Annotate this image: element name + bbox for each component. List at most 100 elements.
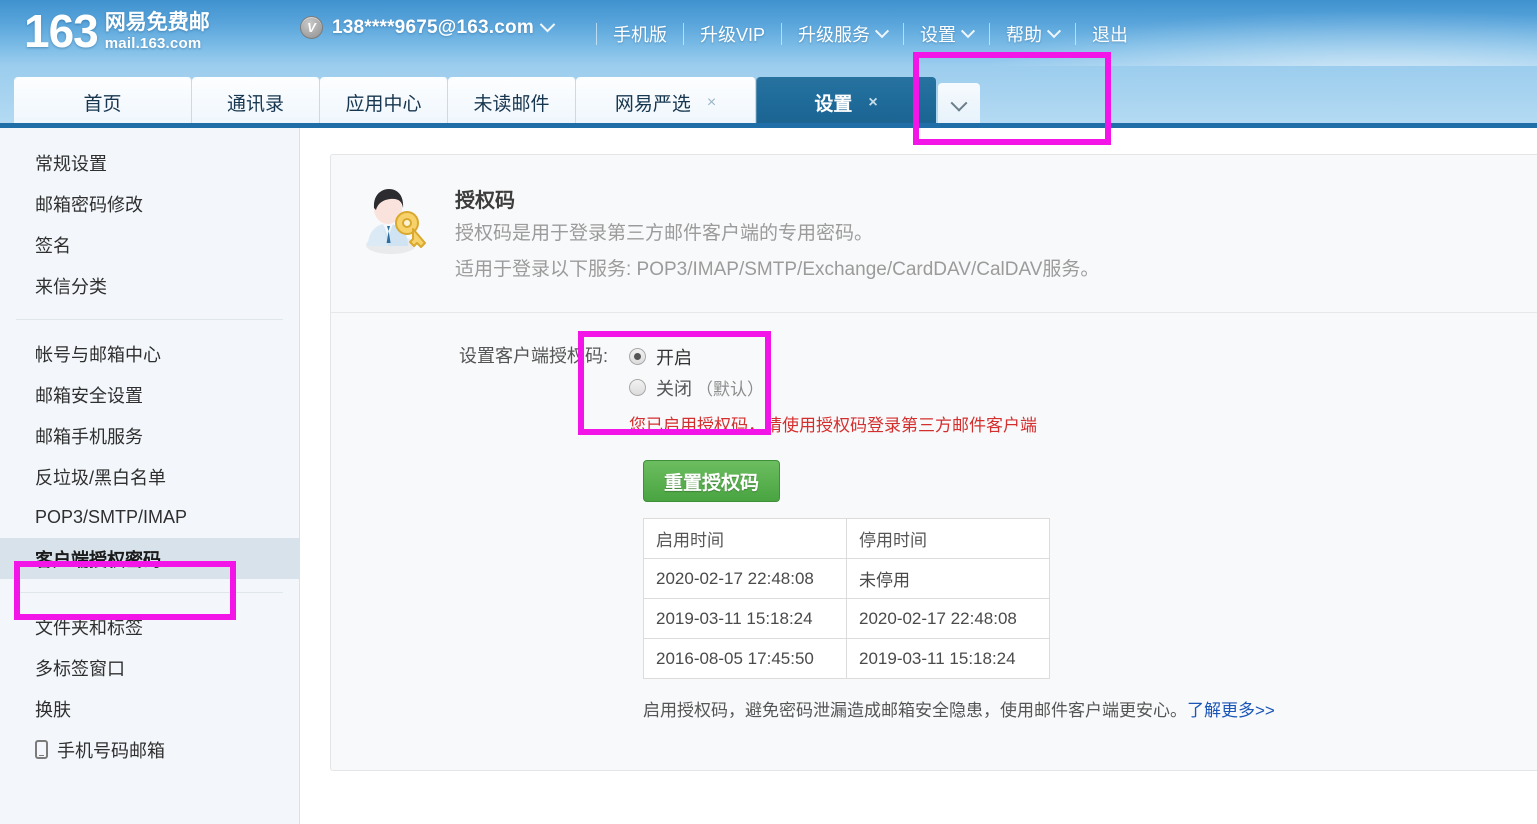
sidebar-item-label: 帐号与邮箱中心	[35, 344, 161, 365]
main-content: 授权码 授权码是用于登录第三方邮件客户端的专用密码。 适用于登录以下服务: PO…	[300, 128, 1537, 824]
enabled-warning-text: 您已启用授权码，请使用授权码登录第三方邮件客户端	[629, 416, 1037, 435]
nav-divider	[903, 23, 905, 45]
tab-label: 首页	[83, 94, 122, 115]
settings-sidebar: 常规设置 邮箱密码修改 签名 来信分类 帐号与邮箱中心 邮箱安全设置 邮箱手机服…	[0, 128, 300, 824]
table-row: 2020-02-17 22:48:08 未停用	[643, 558, 1050, 599]
tab-settings[interactable]: 设置 ×	[756, 77, 936, 128]
sidebar-item-label: POP3/SMTP/IMAP	[35, 507, 188, 527]
header-nav: 手机版 升级VIP 升级服务 设置 帮助 退出	[580, 19, 1128, 49]
panel-footer-note: 启用授权码，避免密码泄漏造成邮箱安全隐患，使用邮件客户端更安心。了解更多>>	[643, 699, 1537, 723]
nav-item-logout[interactable]: 退出	[1092, 21, 1128, 47]
sidebar-divider	[16, 319, 283, 320]
sidebar-item-signature[interactable]: 签名	[0, 224, 299, 265]
chevron-down-icon	[960, 24, 976, 39]
sidebar-item-incoming-classification[interactable]: 来信分类	[0, 265, 299, 306]
close-icon[interactable]: ×	[707, 94, 716, 111]
table-row: 2016-08-05 17:45:50 2019-03-11 15:18:24	[643, 638, 1050, 679]
nav-label: 升级服务	[798, 25, 871, 45]
tab-yanxuan[interactable]: 网易严选 ×	[576, 77, 756, 128]
nav-divider	[683, 23, 684, 45]
person-with-key-icon	[357, 183, 429, 255]
account-email: 138****9675@163.com	[332, 16, 534, 38]
column-header-disable-time: 停用时间	[846, 518, 1050, 559]
sidebar-item-label: 邮箱安全设置	[35, 385, 143, 406]
panel-description-line-1: 授权码是用于登录第三方邮件客户端的专用密码。	[455, 223, 874, 244]
learn-more-link[interactable]: 了解更多>>	[1187, 701, 1275, 720]
logo-name-cn: 网易免费邮	[104, 11, 210, 34]
page-root: 163 网易免费邮 mail.163.com V 138****9675@163…	[0, 0, 1537, 824]
nav-label: 手机版	[613, 25, 667, 45]
tab-label: 未读邮件	[473, 94, 550, 115]
sidebar-item-label: 文件夹和标签	[35, 617, 143, 638]
sidebar-item-multi-tab-window[interactable]: 多标签窗口	[0, 647, 299, 688]
nav-item-mobile[interactable]: 手机版	[613, 21, 667, 47]
auth-code-radio-group: 开启 关闭 （默认）	[618, 339, 764, 403]
nav-divider	[781, 23, 783, 45]
tab-list: 首页 通讯录 应用中心 未读邮件 网易严选 × 设置 ×	[14, 77, 980, 128]
tab-label: 网易严选	[614, 94, 691, 115]
nav-item-upgrade-service[interactable]: 升级服务	[798, 21, 890, 47]
radio-indicator-off[interactable]	[629, 379, 646, 396]
sidebar-item-change-password[interactable]: 邮箱密码修改	[0, 183, 299, 224]
footer-text: 启用授权码，避免密码泄漏造成邮箱安全隐患，使用邮件客户端更安心。	[643, 701, 1187, 720]
radio-indicator-on[interactable]	[629, 348, 646, 365]
nav-item-help[interactable]: 帮助	[1006, 21, 1062, 47]
column-header-enable-time: 启用时间	[643, 518, 847, 559]
phone-icon	[35, 740, 48, 759]
sidebar-item-general-settings[interactable]: 常规设置	[0, 142, 299, 183]
logo-domain: mail.163.com	[104, 35, 202, 52]
nav-label: 退出	[1092, 25, 1129, 45]
table-row: 2019-03-11 15:18:24 2020-02-17 22:48:08	[643, 598, 1050, 639]
nav-divider	[596, 23, 597, 45]
panel-header: 授权码 授权码是用于登录第三方邮件客户端的专用密码。 适用于登录以下服务: PO…	[331, 155, 1537, 313]
sidebar-item-antispam-blacklist[interactable]: 反垃圾/黑白名单	[0, 456, 299, 497]
sidebar-item-account-center[interactable]: 帐号与邮箱中心	[0, 333, 299, 374]
chevron-down-icon	[539, 16, 556, 33]
nav-label: 设置	[920, 25, 957, 45]
sidebar-item-folders-and-tags[interactable]: 文件夹和标签	[0, 606, 299, 647]
radio-label-disable: 关闭	[656, 378, 692, 399]
sidebar-item-skin[interactable]: 换肤	[0, 688, 299, 729]
sidebar-item-label: 客户端授权密码	[35, 549, 161, 570]
sidebar-item-label: 手机号码邮箱	[57, 740, 165, 761]
sidebar-item-label: 来信分类	[35, 276, 107, 297]
radio-option-disable[interactable]: 关闭 （默认）	[629, 372, 764, 403]
nav-item-settings[interactable]: 设置	[920, 21, 976, 47]
radio-option-enable[interactable]: 开启	[629, 341, 764, 372]
tab-overflow-button[interactable]	[938, 83, 980, 128]
sidebar-item-mobile-service[interactable]: 邮箱手机服务	[0, 415, 299, 456]
account-menu[interactable]: V 138****9675@163.com	[300, 16, 556, 39]
nav-label: 帮助	[1006, 25, 1043, 45]
sidebar-item-label: 签名	[35, 235, 71, 256]
logo[interactable]: 163 网易免费邮 mail.163.com	[24, 8, 210, 54]
tab-label: 应用中心	[345, 94, 422, 115]
tab-home[interactable]: 首页	[14, 77, 192, 128]
reset-auth-code-button[interactable]: 重置授权码	[643, 460, 781, 502]
sidebar-item-pop3-smtp-imap[interactable]: POP3/SMTP/IMAP	[0, 497, 299, 538]
cell-disable-time: 2019-03-11 15:18:24	[846, 638, 1050, 679]
top-header-bar: 163 网易免费邮 mail.163.com V 138****9675@163…	[0, 0, 1537, 66]
tab-contacts[interactable]: 通讯录	[192, 77, 320, 128]
nav-divider	[989, 23, 991, 45]
sidebar-item-label: 换肤	[35, 699, 71, 720]
nav-item-upgrade-vip[interactable]: 升级VIP	[700, 21, 765, 47]
table-header-row: 启用时间 停用时间	[643, 518, 1050, 559]
panel-header-text: 授权码 授权码是用于登录第三方邮件客户端的专用密码。 适用于登录以下服务: PO…	[455, 183, 1099, 312]
tab-strip: 首页 通讯录 应用中心 未读邮件 网易严选 × 设置 ×	[0, 66, 1537, 128]
chevron-down-icon	[1046, 24, 1062, 39]
chevron-down-icon	[950, 94, 968, 112]
tab-label: 设置	[814, 94, 853, 115]
tab-app-center[interactable]: 应用中心	[320, 77, 448, 128]
sidebar-item-mailbox-security[interactable]: 邮箱安全设置	[0, 374, 299, 415]
radio-label-enable: 开启	[656, 347, 692, 368]
sidebar-item-phone-number-mailbox[interactable]: 手机号码邮箱	[0, 729, 299, 770]
close-icon[interactable]: ×	[868, 94, 877, 111]
tab-unread-mail[interactable]: 未读邮件	[448, 77, 576, 128]
sidebar-item-client-auth-password[interactable]: 客户端授权密码	[0, 538, 299, 579]
sidebar-item-label: 多标签窗口	[35, 658, 125, 679]
auth-code-history-table-wrap: 启用时间 停用时间 2020-02-17 22:48:08 未停用 2019-0…	[643, 518, 1537, 679]
chevron-down-icon	[874, 24, 890, 39]
sidebar-divider	[16, 592, 283, 593]
sidebar-item-label: 反垃圾/黑白名单	[35, 467, 167, 488]
sidebar-item-label: 邮箱手机服务	[35, 426, 143, 447]
